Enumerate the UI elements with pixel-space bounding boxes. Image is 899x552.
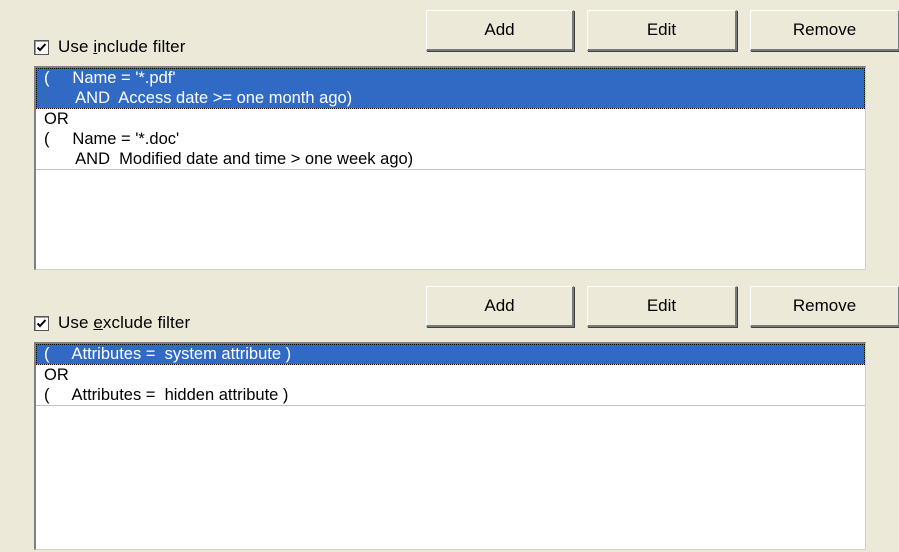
use-exclude-filter-checkbox[interactable]: Use exclude filter [34,312,190,334]
exclude-checkbox-box[interactable] [34,315,49,331]
exclude-edit-button[interactable]: Edit [587,286,737,327]
filter-item-line: ( Name = '*.pdf' [44,69,176,87]
include-filter-section: Use include filter Add Edit Remove ( Nam… [0,0,899,276]
exclude-filter-item[interactable]: ( Attributes = system attribute ) [36,344,865,365]
checkmark-icon [36,42,47,51]
include-filter-item[interactable]: OR ( Name = '*.doc' AND Modified date and… [36,109,865,170]
exclude-filter-section: Use exclude filter Add Edit Remove ( Att… [0,276,899,552]
filter-item-line: AND Modified date and time > one week ag… [44,150,414,168]
use-include-filter-checkbox[interactable]: Use include filter [34,36,185,58]
exclude-add-button[interactable]: Add [426,286,574,327]
filter-item-line: ( Name = '*.doc' [44,130,180,148]
exclude-checkbox-label: Use exclude filter [58,313,191,332]
exclude-remove-button[interactable]: Remove [750,286,899,327]
checkmark-icon [36,318,47,327]
filter-item-line: OR [44,110,69,128]
include-filter-item[interactable]: ( Name = '*.pdf' AND Access date >= one … [36,68,865,109]
include-remove-button[interactable]: Remove [750,10,899,51]
exclude-filter-list[interactable]: ( Attributes = system attribute ) OR ( Att… [34,342,866,550]
include-edit-button[interactable]: Edit [587,10,737,51]
exclude-filter-item[interactable]: OR ( Attributes = hidden attribute ) [36,365,865,406]
filter-item-line: AND Access date >= one month ago) [44,89,353,107]
include-add-button[interactable]: Add [426,10,574,51]
filter-item-line: ( Attributes = hidden attribute ) [44,386,289,404]
include-filter-list[interactable]: ( Name = '*.pdf' AND Access date >= one … [34,66,866,270]
filter-item-line: OR [44,366,69,384]
include-checkbox-box[interactable] [34,39,49,55]
filter-item-line: ( Attributes = system attribute ) [44,345,292,363]
include-checkbox-label: Use include filter [58,37,186,56]
